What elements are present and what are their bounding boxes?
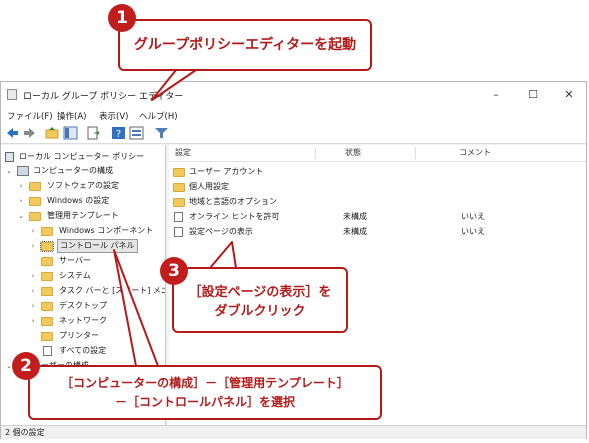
callout-1: グループポリシーエディターを起動	[118, 19, 372, 71]
step-badge-2: 2	[12, 352, 40, 380]
callout-2: ［コンピューターの構成］－［管理用テンプレート］ －［コントロールパネル］を選択	[28, 365, 382, 420]
step-badge-3: 3	[160, 257, 188, 285]
callout-3: ［設定ページの表示］を ダブルクリック	[172, 267, 348, 333]
step-badge-1: 1	[108, 4, 136, 32]
